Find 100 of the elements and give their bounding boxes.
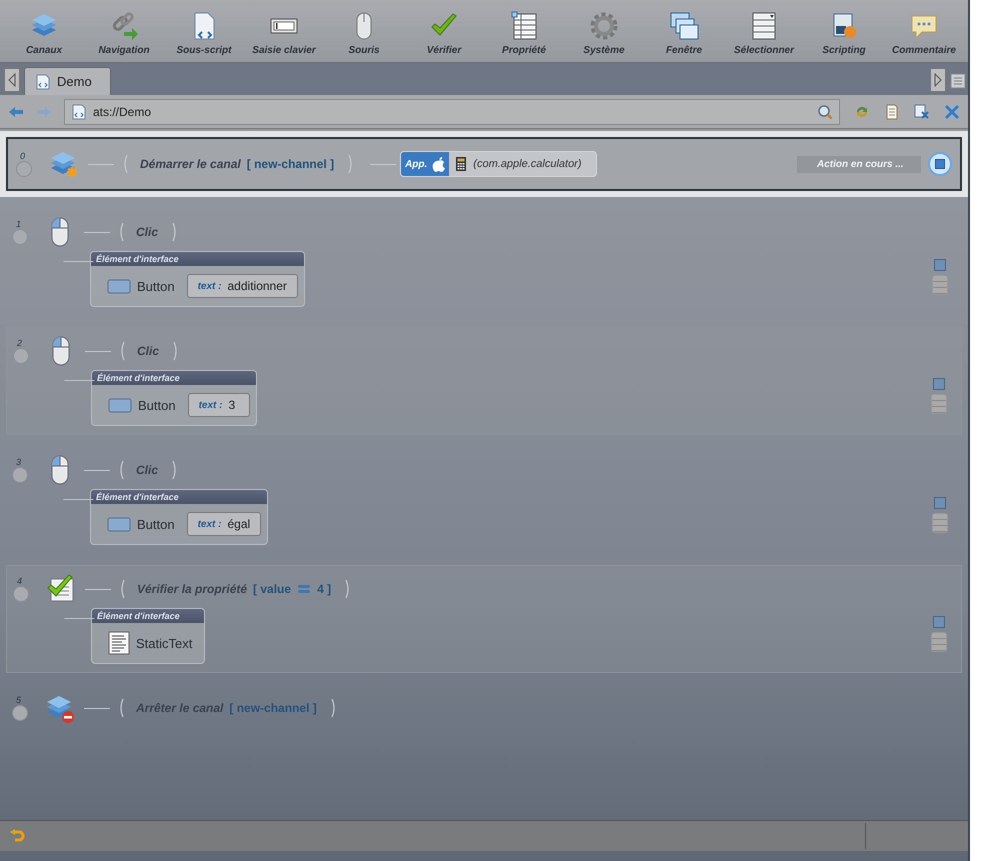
left-bracket-icon — [119, 579, 125, 599]
action-title: Clic — [136, 463, 158, 477]
address-text: ats://Demo — [93, 104, 152, 118]
breakpoint-marker[interactable] — [12, 229, 28, 245]
toolbar-button[interactable]: Navigation — [84, 0, 164, 62]
right-bracket-icon — [348, 154, 354, 174]
action-title: Clic — [137, 344, 160, 358]
right-arrow-icon — [933, 73, 943, 87]
action-number: 4 — [17, 576, 22, 586]
collapse-toggle[interactable] — [933, 616, 945, 628]
right-bracket-icon — [330, 698, 337, 718]
app-identifier: (com.apple.calculator) — [473, 158, 583, 170]
forward-arrow-icon[interactable] — [36, 106, 52, 118]
right-bracket-icon — [345, 579, 352, 599]
button-icon — [108, 397, 132, 413]
toolbar-button[interactable]: Système — [564, 0, 644, 62]
action-parameter: [ value — [253, 582, 292, 596]
tab[interactable]: Demo — [24, 67, 111, 95]
toolbar-button[interactable]: Souris — [324, 0, 404, 62]
action-title: Vérifier la propriété — [137, 582, 248, 596]
toolbar-button[interactable]: Sous-script — [164, 0, 244, 62]
toolbar-button[interactable]: Vérifier — [404, 0, 484, 62]
action-number: 0 — [20, 151, 26, 161]
card-header: Élément d'interface — [92, 371, 256, 385]
search-icon[interactable] — [817, 104, 833, 120]
scroll-right-button[interactable] — [930, 68, 946, 92]
close-icon[interactable] — [944, 104, 960, 120]
breakpoint-marker[interactable] — [13, 348, 29, 364]
collapse-toggle[interactable] — [933, 378, 945, 390]
collapse-toggle[interactable] — [934, 497, 946, 509]
action-parameter: [ new-channel ] — [229, 701, 317, 715]
attribute-value: additionner — [228, 279, 287, 293]
element-type: StaticText — [136, 636, 192, 650]
card-header: Élément d'interface — [91, 490, 268, 504]
stop-button[interactable] — [928, 152, 952, 176]
scroll-left-button[interactable] — [4, 68, 20, 92]
left-bracket-icon — [118, 460, 124, 480]
text-document-icon — [108, 631, 130, 655]
attribute-field[interactable]: text : 3 — [188, 393, 250, 417]
drag-handle[interactable] — [932, 275, 948, 295]
action-title: Démarrer le canal — [140, 157, 241, 171]
attribute-field[interactable]: text : égal — [186, 512, 262, 536]
card-header: Élément d'interface — [91, 252, 304, 266]
right-bracket-icon — [172, 222, 178, 242]
action-parameter: [ new-channel ] — [246, 157, 334, 171]
attribute-name: text : — [198, 518, 222, 530]
left-bracket-icon — [122, 154, 128, 174]
calculator-icon — [455, 156, 468, 172]
breakpoint-marker[interactable] — [12, 467, 28, 483]
toolbar-button[interactable]: Commentaire — [884, 0, 964, 62]
action-number: 2 — [17, 338, 22, 348]
collapse-toggle[interactable] — [934, 259, 946, 271]
list-icon[interactable] — [950, 73, 966, 89]
script-document-icon — [35, 74, 51, 90]
action-number: 1 — [16, 219, 22, 229]
status-label: Action en cours ... — [796, 154, 922, 174]
card-header: Élément d'interface — [92, 609, 204, 623]
left-arrow-icon — [7, 73, 17, 87]
toolbar-button[interactable]: Fenêtre — [644, 0, 724, 62]
attribute-value: égal — [228, 517, 250, 531]
button-icon — [107, 278, 131, 294]
action-number: 3 — [16, 457, 22, 467]
toolbar-button[interactable]: Scripting — [804, 0, 884, 62]
left-bracket-icon — [119, 341, 125, 361]
connector-line — [85, 588, 111, 590]
toolbar-button[interactable]: Saisie clavier — [244, 0, 324, 62]
back-arrow-icon[interactable] — [8, 106, 24, 118]
application-chip[interactable]: App. (com.apple.calculator) — [400, 151, 597, 177]
breakpoint-marker[interactable] — [16, 161, 32, 177]
equals-icon — [297, 584, 312, 594]
attribute-name: text : — [198, 280, 222, 292]
app-badge: App. — [401, 152, 450, 176]
element-type: Button — [138, 398, 176, 412]
script-document-icon — [71, 104, 87, 120]
document-icon[interactable] — [884, 104, 900, 120]
undo-arrow-icon[interactable] — [10, 829, 26, 843]
gear-icon — [588, 10, 620, 42]
apple-icon — [432, 156, 446, 172]
right-bracket-icon — [172, 460, 178, 480]
drag-handle[interactable] — [931, 632, 947, 652]
drag-handle[interactable] — [932, 513, 948, 533]
action-number: 5 — [16, 695, 22, 705]
address-field[interactable]: ats://Demo — [64, 98, 840, 124]
drag-handle[interactable] — [931, 394, 947, 414]
breakpoint-marker[interactable] — [13, 586, 29, 602]
toolbar-button[interactable]: Propriété — [484, 0, 564, 62]
element-type: Button — [137, 516, 175, 532]
attribute-value: 3 — [228, 398, 236, 412]
toolbar-button[interactable]: Sélectionner — [724, 0, 804, 62]
toolbar-button[interactable]: Canaux — [4, 0, 84, 62]
right-bracket-icon — [173, 341, 180, 361]
button-icon — [107, 516, 131, 532]
close-document-icon[interactable] — [914, 104, 930, 120]
connector-line — [85, 350, 111, 352]
left-bracket-icon — [118, 222, 124, 242]
windows-icon — [668, 10, 700, 42]
attribute-field[interactable]: text : additionner — [186, 274, 298, 298]
breakpoint-marker[interactable] — [12, 705, 28, 721]
attribute-name: text : — [198, 400, 222, 410]
action-title: Clic — [136, 225, 158, 239]
